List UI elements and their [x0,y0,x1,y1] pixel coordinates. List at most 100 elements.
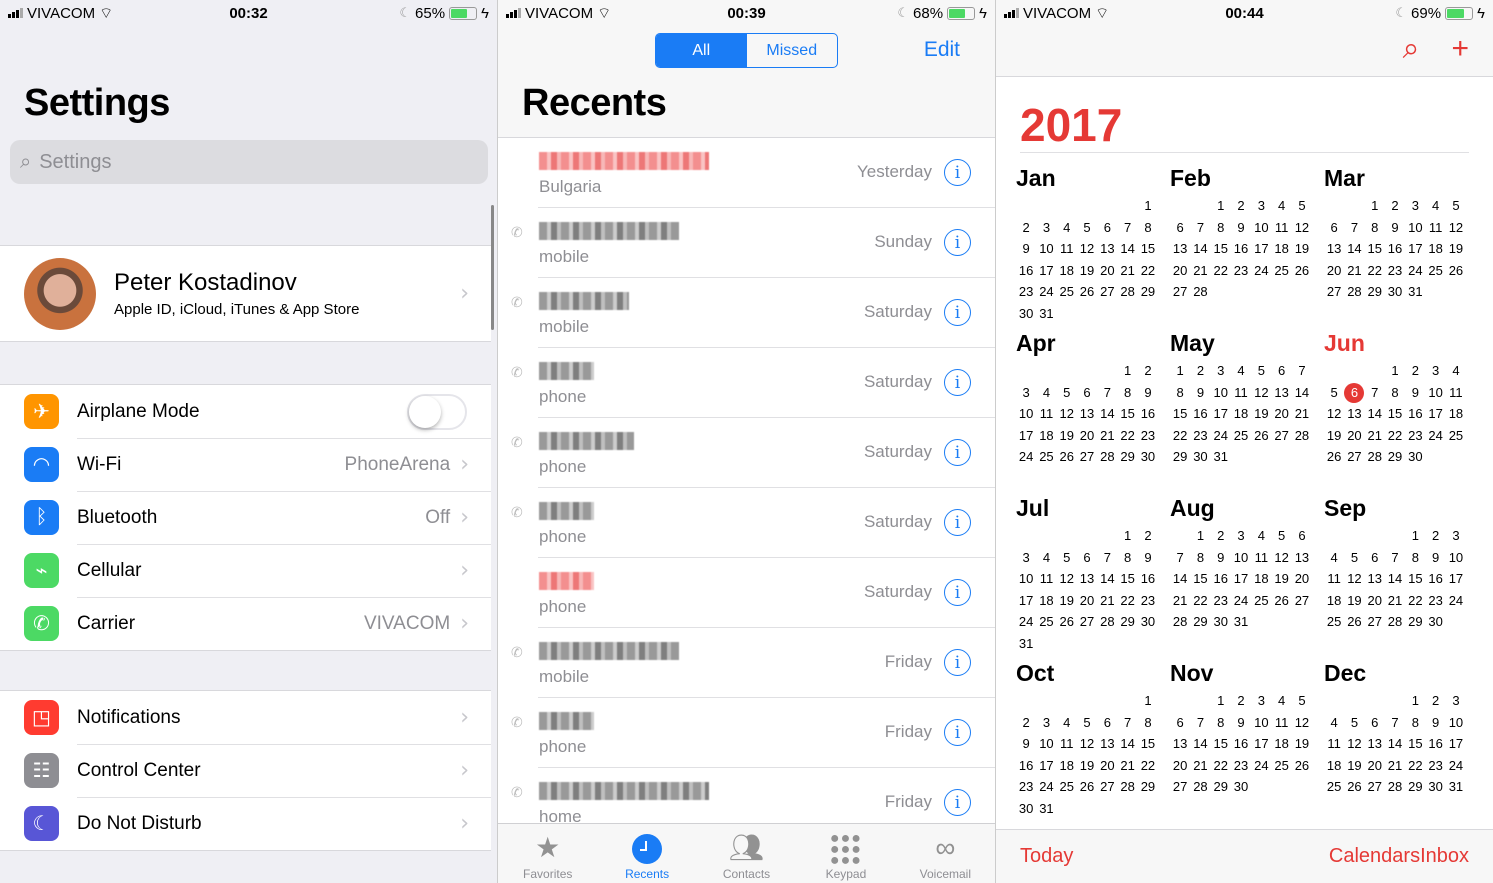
month-jan[interactable]: Jan 1 2 3 4 5 6 7 8 9 10 11 12 13 14 15 16 17 18 19 20 21 22 23… [1016,165,1170,330]
info-icon[interactable]: i [944,579,971,606]
settings-row-bluetooth[interactable]: ᛒ Bluetooth Off › [0,491,491,544]
day-cell: 22 [1213,757,1228,773]
day-cell: 31 [1213,449,1228,465]
call-row[interactable]: Bulgaria Yesterday i [498,138,995,208]
month-name: Aug [1170,495,1215,521]
month-feb[interactable]: Feb 1 2 3 4 5 6 7 8 9 10 11 12 13 14 15 16 17 18 19 20 21 22 23… [1170,165,1324,330]
tab-recents[interactable]: Recents [597,824,696,883]
tab-voicemail[interactable]: ∞ Voicemail [896,824,995,883]
tab-favorites[interactable]: ★ Favorites [498,824,597,883]
day-cell: 3 [1411,198,1419,213]
day-cell: 3 [1452,693,1460,708]
day-cell: 22 [1140,262,1156,278]
day-cell: 22 [1367,262,1382,278]
day-cell: 9 [1022,736,1030,752]
call-row[interactable]: ✆ phone Saturday i [498,418,995,488]
today-button[interactable]: Today [1020,845,1073,868]
tab-keypad[interactable]: ●●● ●●● ●●● Keypad [796,824,895,883]
info-icon[interactable]: i [944,299,971,326]
tab-label: Favorites [523,867,573,881]
day-cell: 24 [1428,427,1443,443]
info-icon[interactable]: i [944,159,971,186]
call-date: Yesterday [857,162,932,181]
day-cell: 25 [1254,592,1269,608]
day-cell: 4 [1257,528,1265,543]
settings-row-control-center[interactable]: ☷ Control Center › [0,744,491,797]
calendars-inbox-button[interactable]: CalendarsInbox [1329,845,1469,868]
call-row[interactable]: ✆ phone Friday i [498,698,995,768]
search-icon[interactable]: ⌕ [1403,32,1420,66]
info-icon[interactable]: i [944,719,971,746]
settings-row-carrier[interactable]: ✆ Carrier VIVACOM › [0,597,491,650]
day-cell: 17 [1233,571,1249,587]
airplane-icon: ✈ [24,394,59,429]
outgoing-call-icon: ✆ [511,224,523,240]
day-cell: 13 [1172,736,1188,752]
month-oct[interactable]: Oct 1 2 3 4 5 6 7 8 9 10 11 12 13 14 15 16 17 18 19 20 21 22 23… [1016,660,1170,825]
airplane-mode-toggle[interactable] [407,393,467,430]
call-row[interactable]: ✆ phone Saturday i [498,488,995,558]
settings-group-connectivity: ✈ Airplane Mode ◠ Wi-Fi PhoneArena › ᛒ B… [0,384,491,651]
day-cell: 8 [1371,219,1379,235]
month-sep[interactable]: Sep 1 2 3 4 5 6 7 8 9 10 11 12 13 14 15 16 17 18 19 20 21 22 23… [1324,495,1478,660]
call-row[interactable]: ✆ mobile Saturday i [498,278,995,348]
day-cell: 18 [1274,241,1289,257]
charging-icon: ϟ [979,4,987,22]
day-cell: 17 [1039,757,1054,773]
day-cell: 23 [1428,757,1443,773]
settings-row-wifi[interactable]: ◠ Wi-Fi PhoneArena › [0,438,491,491]
month-dec[interactable]: Dec 1 2 3 4 5 6 7 8 9 10 11 12 13 14 15 16 17 18 19 20 21 22 23… [1324,660,1478,825]
day-cell: 13 [1172,241,1188,257]
month-jul[interactable]: Jul 1 2 3 4 5 6 7 8 9 10 11 12 13 14 15 16 17 18 19 20 21 22 23… [1016,495,1170,660]
tab-contacts[interactable]: 👥︎ Contacts [697,824,796,883]
day-cell: 11 [1059,736,1074,752]
month-may[interactable]: May 1 2 3 4 5 6 7 8 9 10 11 12 13 14 15 16 17 18 19 20 21 22 23… [1170,330,1324,495]
day-cell: 10 [1254,219,1269,235]
day-cell: 6 [1330,219,1338,235]
segment-missed[interactable]: Missed [747,34,838,67]
info-icon[interactable]: i [944,229,971,256]
search-input[interactable]: ⌕ Settings [10,140,488,184]
day-cell: 4 [1452,363,1460,378]
day-cell: 10 [1039,241,1054,257]
segment-all[interactable]: All [656,34,747,67]
day-cell: 15 [1408,736,1423,752]
scrollbar[interactable] [491,205,494,330]
settings-screen: VIVACOM︎⌔ 00:32 ☾ 65% ϟ Settings ⌕ Settings… [0,0,498,883]
row-label: Notifications [77,706,181,728]
call-row[interactable]: ✆ mobile Friday i [498,628,995,698]
call-row[interactable]: ✆ phone Saturday i [498,348,995,418]
day-cell: 13 [1100,736,1115,752]
call-type: mobile [539,317,590,336]
apple-id-row[interactable]: Peter Kostadinov Apple ID, iCloud, iTune… [0,245,491,342]
settings-row-do-not-disturb[interactable]: ☾ Do Not Disturb › [0,797,491,850]
call-row[interactable]: ✆ mobile Sunday i [498,208,995,278]
info-icon[interactable]: i [944,509,971,536]
day-cell: 31 [1233,614,1249,630]
month-aug[interactable]: Aug 1 2 3 4 5 6 7 8 9 10 11 12 13 14 15 16 17 18 19 20 21 22 23… [1170,495,1324,660]
info-icon[interactable]: i [944,369,971,396]
day-cell: 16 [1387,241,1403,257]
settings-row-cellular[interactable]: ⌁ Cellular › [0,544,491,597]
day-cell: 25 [1274,757,1289,773]
settings-row-notifications[interactable]: ◳ Notifications › [0,691,491,744]
phone-icon: ✆ [24,606,59,641]
month-nov[interactable]: Nov 1 2 3 4 5 6 7 8 9 10 11 12 13 14 15 16 17 18 19 20 21 22 23… [1170,660,1324,825]
month-apr[interactable]: Apr 1 2 3 4 5 6 7 8 9 10 11 12 13 14 15 16 17 18 19 20 21 22 23… [1016,330,1170,495]
day-cell: 28 [1193,284,1208,300]
day-cell: 2 [1411,363,1419,378]
chevron-right-icon: › [460,758,469,783]
day-cell: 1 [1391,363,1399,378]
day-cell: 10 [1448,549,1464,565]
day-cell: 24 [1039,284,1054,300]
add-event-icon[interactable]: + [1451,32,1469,66]
month-jun[interactable]: Jun 1 2 3 4 5 6 7 8 9 10 11 12 13 14 15 16 17 18 19 20 21 22 23… [1324,330,1478,495]
info-icon[interactable]: i [944,649,971,676]
info-icon[interactable]: i [944,439,971,466]
day-cell: 18 [1059,757,1074,773]
month-mar[interactable]: Mar 1 2 3 4 5 6 7 8 9 10 11 12 13 14 15 16 17 18 19 20 21 22 23… [1324,165,1478,330]
info-icon[interactable]: i [944,789,971,816]
day-cell: 1 [1411,528,1419,543]
edit-button[interactable]: Edit [924,38,960,62]
call-row[interactable]: phone Saturday i [498,558,995,628]
